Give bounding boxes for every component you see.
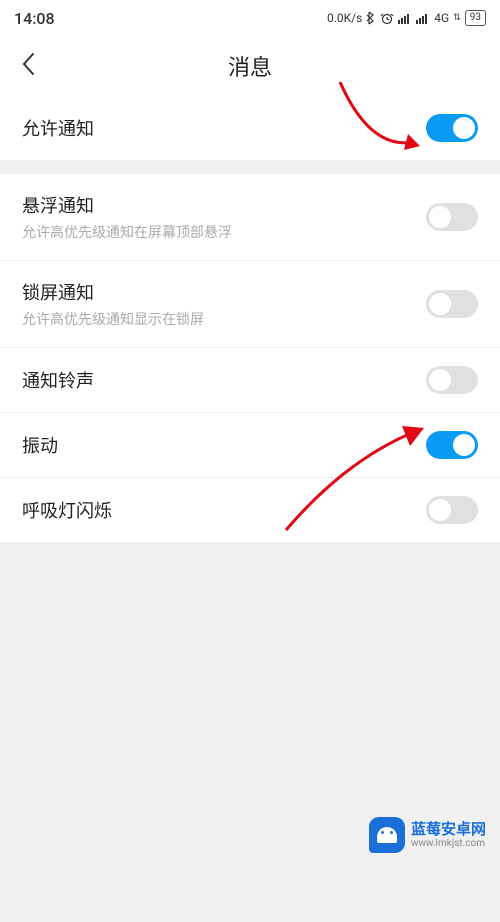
floating-notification-toggle[interactable] (426, 203, 478, 231)
network-arrows-icon: ⇅ (453, 13, 461, 23)
section-divider (0, 160, 500, 174)
floating-notification-label: 悬浮通知 (22, 192, 232, 218)
ringtone-toggle[interactable] (426, 366, 478, 394)
row-floating-notification[interactable]: 悬浮通知 允许高优先级通知在屏幕顶部悬浮 (0, 174, 500, 261)
watermark-url: www.lmkjst.com (411, 838, 486, 850)
signal-icon-2 (416, 12, 430, 24)
allow-notification-label: 允许通知 (22, 115, 94, 141)
row-lockscreen-notification[interactable]: 锁屏通知 允许高优先级通知显示在锁屏 (0, 261, 500, 348)
watermark-logo-icon (369, 817, 405, 853)
vibration-label: 振动 (22, 432, 58, 458)
network-type: 4G (434, 11, 449, 25)
header: 消息 (0, 36, 500, 96)
lockscreen-notification-subtitle: 允许高优先级通知显示在锁屏 (22, 309, 204, 329)
floating-notification-subtitle: 允许高优先级通知在屏幕顶部悬浮 (22, 222, 232, 242)
lockscreen-notification-toggle[interactable] (426, 290, 478, 318)
bluetooth-icon (366, 11, 376, 25)
row-breathing-light[interactable]: 呼吸灯闪烁 (0, 478, 500, 542)
allow-notification-toggle[interactable] (426, 114, 478, 142)
signal-icon-1 (398, 12, 412, 24)
battery-indicator: 93 (465, 10, 486, 26)
status-time: 14:08 (14, 9, 55, 28)
network-speed: 0.0K/s (327, 11, 362, 25)
alarm-icon (380, 11, 394, 25)
ringtone-label: 通知铃声 (22, 367, 94, 393)
watermark: 蓝莓安卓网 www.lmkjst.com (369, 817, 486, 853)
status-bar: 14:08 0.0K/s 4G ⇅ 93 (0, 0, 500, 36)
page-title: 消息 (228, 50, 272, 82)
watermark-title: 蓝莓安卓网 (411, 820, 486, 838)
breathing-light-toggle[interactable] (426, 496, 478, 524)
vibration-toggle[interactable] (426, 431, 478, 459)
row-ringtone[interactable]: 通知铃声 (0, 348, 500, 413)
row-vibration[interactable]: 振动 (0, 413, 500, 478)
status-indicators: 0.0K/s 4G ⇅ 93 (327, 10, 486, 26)
back-button[interactable] (20, 51, 36, 82)
row-allow-notification[interactable]: 允许通知 (0, 96, 500, 160)
lockscreen-notification-label: 锁屏通知 (22, 279, 204, 305)
empty-area (0, 542, 500, 922)
breathing-light-label: 呼吸灯闪烁 (22, 497, 112, 523)
